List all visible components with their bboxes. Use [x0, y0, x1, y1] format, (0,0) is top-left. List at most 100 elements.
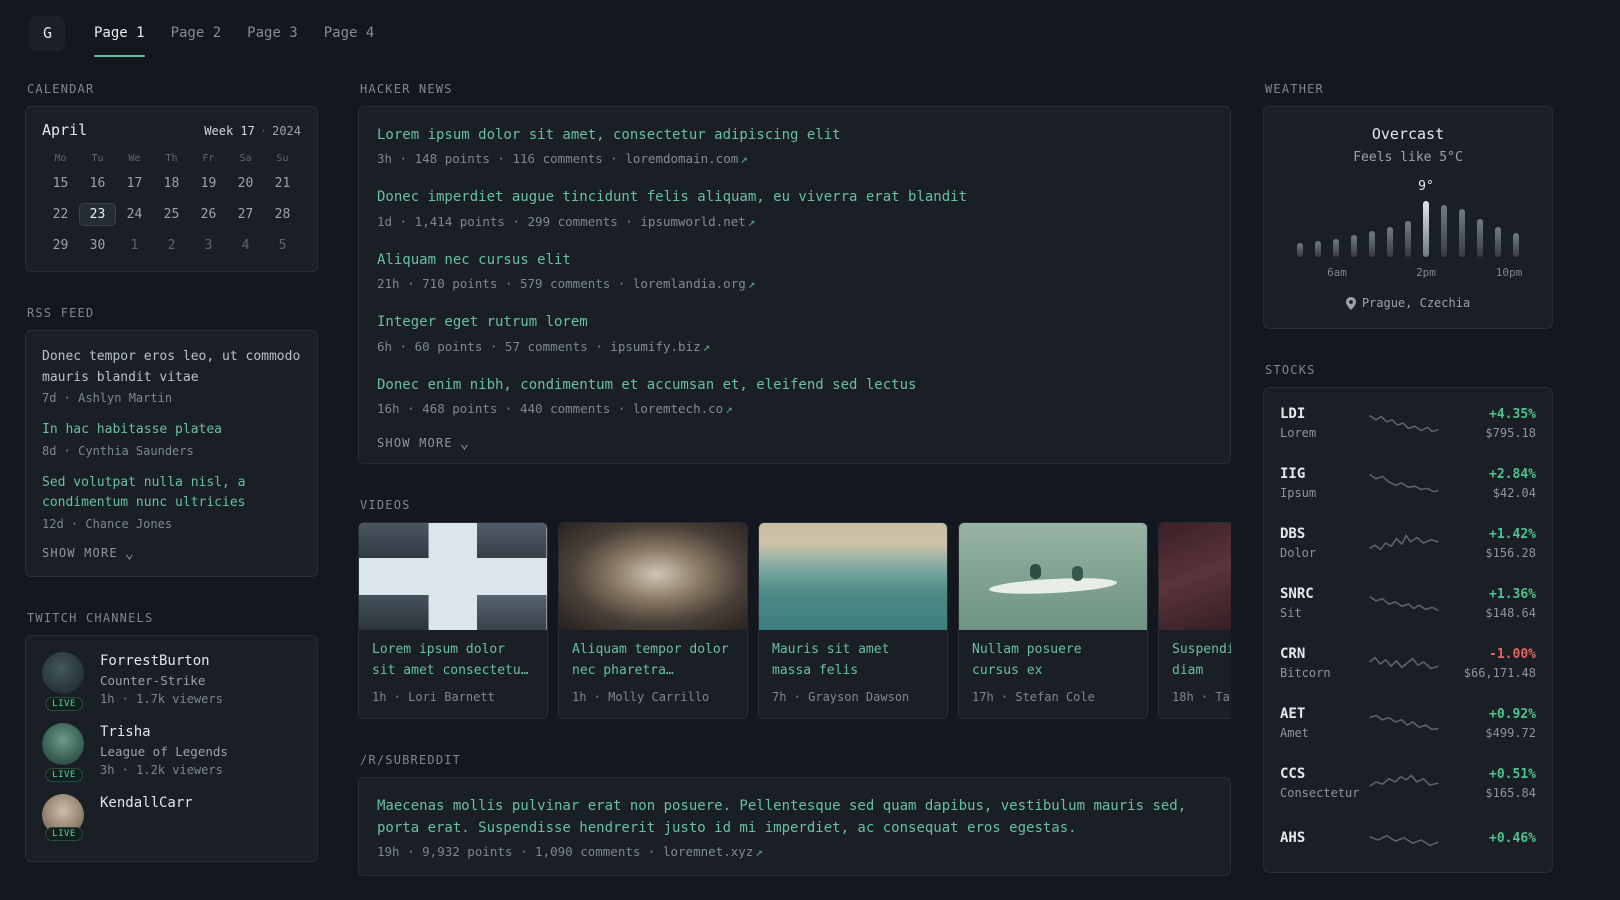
twitch-channel[interactable]: LIVE Trisha League of Legends 3h · 1.2k … — [42, 722, 301, 782]
app-logo[interactable]: G — [30, 15, 65, 51]
news-title[interactable]: Donec imperdiet augue tincidunt felis al… — [377, 186, 1212, 208]
news-title[interactable]: Aliquam nec cursus elit — [377, 249, 1212, 271]
stock-row[interactable]: CRN Bitcorn -1.00% $66,171.48 — [1280, 633, 1536, 693]
rss-item-title[interactable]: Donec tempor eros leo, ut commodo mauris… — [42, 347, 301, 388]
twitch-widget: TWITCH CHANNELS LIVE ForrestBurton Count… — [25, 611, 318, 862]
post-title[interactable]: Maecenas mollis pulvinar erat non posuer… — [377, 795, 1212, 840]
time-label: 6am — [1327, 266, 1347, 279]
news-show-more-button[interactable]: SHOW MORE ⌄ — [377, 435, 1212, 450]
video-body: Suspendisse porta diam 18h · Tara — [1159, 630, 1231, 718]
video-title[interactable]: Lorem ipsum dolor sit amet consectetu… — [372, 640, 534, 682]
channel-category[interactable]: League of Legends — [100, 744, 228, 759]
video-thumbnail[interactable] — [359, 522, 547, 630]
channel-info: ForrestBurton Counter-Strike 1h · 1.7k v… — [100, 652, 223, 706]
channel-avatar[interactable] — [42, 722, 84, 765]
live-badge: LIVE — [45, 767, 83, 782]
rss-item[interactable]: Donec tempor eros leo, ut commodo mauris… — [42, 347, 301, 405]
external-link-icon: ↗ — [747, 213, 756, 229]
tab-page-1[interactable]: Page 1 — [81, 0, 158, 66]
stocks-section-title: STOCKS — [1265, 363, 1316, 377]
stock-row[interactable]: IIG Ipsum +2.84% $42.04 — [1280, 453, 1536, 513]
video-thumbnail[interactable] — [759, 522, 947, 630]
video-card[interactable]: Nullam posuere cursus ex 17h · Stefan Co… — [958, 521, 1148, 719]
tab-page-4[interactable]: Page 4 — [311, 0, 388, 66]
video-title[interactable]: Suspendisse porta diam — [1172, 640, 1231, 682]
news-domain-link[interactable]: loremdomain.com — [625, 151, 738, 166]
stock-sparkline — [1369, 534, 1439, 551]
news-item[interactable]: Integer eget rutrum lorem 6h · 60 points… — [377, 311, 1212, 353]
twitch-channel[interactable]: LIVE ForrestBurton Counter-Strike 1h · 1… — [42, 651, 301, 711]
stock-change: -1.00% — [1489, 646, 1536, 662]
channel-name[interactable]: ForrestBurton — [100, 652, 223, 669]
rss-item[interactable]: In hac habitasse platea 8d · Cynthia Sau… — [42, 420, 301, 458]
rss-item-title[interactable]: In hac habitasse platea — [42, 420, 301, 441]
tab-page-3[interactable]: Page 3 — [234, 0, 311, 66]
news-item[interactable]: Aliquam nec cursus elit 21h · 710 points… — [377, 249, 1212, 291]
video-thumbnail[interactable] — [959, 522, 1147, 630]
calendar-day: 24 — [126, 207, 143, 222]
news-domain-link[interactable]: loremtech.co — [633, 401, 723, 416]
video-card[interactable]: Suspendisse porta diam 18h · Tara — [1158, 521, 1231, 719]
stock-values: -1.00% $66,171.48 — [1440, 647, 1536, 680]
stock-ticker[interactable]: CRN — [1280, 646, 1368, 662]
video-title[interactable]: Nullam posuere cursus ex — [972, 640, 1134, 682]
video-thumbnail[interactable] — [559, 522, 747, 630]
stock-ticker[interactable]: AHS — [1280, 830, 1368, 846]
video-title[interactable]: Aliquam tempor dolor nec pharetra… — [572, 640, 734, 682]
news-title[interactable]: Donec enim nibh, condimentum et accumsan… — [377, 374, 1212, 396]
stock-ticker[interactable]: LDI — [1280, 406, 1368, 422]
stock-ticker[interactable]: SNRC — [1280, 586, 1368, 602]
news-item[interactable]: Donec enim nibh, condimentum et accumsan… — [377, 374, 1212, 416]
stock-row[interactable]: SNRC Sit +1.36% $148.64 — [1280, 573, 1536, 633]
video-card[interactable]: Mauris sit amet massa felis 7h · Grayson… — [758, 521, 948, 719]
news-domain-link[interactable]: loremlandia.org — [633, 276, 746, 291]
channel-category[interactable]: Counter-Strike — [100, 673, 223, 688]
stock-change: +0.51% — [1489, 766, 1536, 782]
rss-show-more-button[interactable]: SHOW MORE ⌄ — [42, 545, 301, 560]
news-title[interactable]: Lorem ipsum dolor sit amet, consectetur … — [377, 124, 1212, 146]
stock-row[interactable]: DBS Dolor +1.42% $156.28 — [1280, 513, 1536, 573]
stocks-widget: STOCKS LDI Lorem +4.35% $795.18 IIG Ipsu… — [1263, 363, 1553, 873]
weekday-header: We — [128, 153, 141, 164]
tab-page-2[interactable]: Page 2 — [158, 0, 235, 66]
calendar-day: 26 — [200, 207, 217, 222]
video-card[interactable]: Lorem ipsum dolor sit amet consectetu… 1… — [358, 521, 548, 719]
stock-change: +0.46% — [1489, 830, 1536, 846]
channel-name[interactable]: Trisha — [100, 723, 228, 740]
channel-avatar[interactable] — [42, 651, 84, 694]
stock-ticker[interactable]: CCS — [1280, 766, 1368, 782]
twitch-channel[interactable]: LIVE KendallCarr — [42, 793, 301, 841]
video-body: Aliquam tempor dolor nec pharetra… 1h · … — [559, 630, 747, 718]
news-item[interactable]: Lorem ipsum dolor sit amet, consectetur … — [377, 124, 1212, 166]
stock-row[interactable]: LDI Lorem +4.35% $795.18 — [1280, 393, 1536, 453]
stock-ticker[interactable]: DBS — [1280, 526, 1368, 542]
stock-row[interactable]: AET Amet +0.92% $499.72 — [1280, 693, 1536, 753]
stock-ticker[interactable]: AET — [1280, 706, 1368, 722]
channel-name[interactable]: KendallCarr — [100, 794, 193, 811]
post-domain-link[interactable]: loremnet.xyz — [663, 844, 753, 859]
hacker-news-section-title: HACKER NEWS — [360, 82, 453, 96]
stock-change: +1.36% — [1489, 586, 1536, 602]
news-title[interactable]: Integer eget rutrum lorem — [377, 311, 1212, 333]
video-meta: 18h · Tara — [1172, 689, 1231, 704]
rss-item-title[interactable]: Sed volutpat nulla nisl, a condimentum n… — [42, 473, 301, 514]
rss-section-title: RSS FEED — [27, 306, 95, 320]
rss-item[interactable]: Sed volutpat nulla nisl, a condimentum n… — [42, 473, 301, 531]
news-stats: 16h · 468 points · 440 comments · — [377, 400, 633, 416]
news-meta: 6h · 60 points · 57 comments · ipsumify.… — [377, 339, 1212, 354]
stock-row[interactable]: CCS Consectetur +0.51% $165.84 — [1280, 753, 1536, 813]
video-card[interactable]: Aliquam tempor dolor nec pharetra… 1h · … — [558, 521, 748, 719]
news-domain-link[interactable]: ipsumify.biz — [610, 339, 700, 354]
weather-time-labels: 6am 2pm 10pm — [1297, 266, 1522, 281]
stock-sparkline — [1369, 473, 1439, 493]
video-title[interactable]: Mauris sit amet massa felis — [772, 640, 934, 682]
calendar-day: 28 — [274, 207, 291, 222]
weather-location[interactable]: Prague, Czechia — [1280, 296, 1536, 310]
reddit-post[interactable]: Maecenas mollis pulvinar erat non posuer… — [377, 795, 1212, 860]
news-domain-link[interactable]: ipsumworld.net — [640, 214, 745, 229]
news-item[interactable]: Donec imperdiet augue tincidunt felis al… — [377, 186, 1212, 228]
video-thumbnail[interactable] — [1159, 522, 1231, 630]
stock-ticker[interactable]: IIG — [1280, 466, 1368, 482]
subreddit-section-title: /R/SUBREDDIT — [360, 752, 462, 767]
stock-row[interactable]: AHS +0.46% — [1280, 813, 1536, 867]
